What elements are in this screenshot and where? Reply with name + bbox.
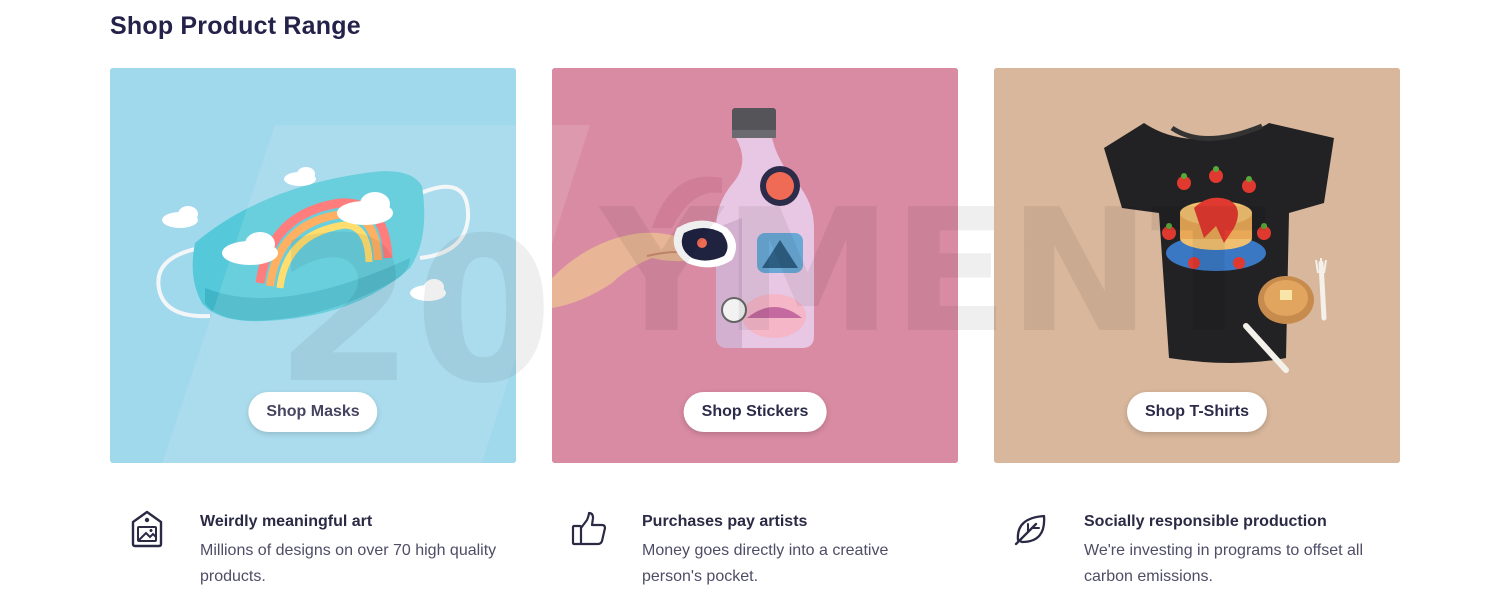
feature-description: Money goes directly into a creative pers… (642, 542, 889, 585)
product-cards: Shop Masks Shop Stickers Shop T-Shirts (110, 68, 1400, 463)
feature-description: We're investing in programs to offset al… (1084, 542, 1364, 585)
feature-art: Weirdly meaningful art Millions of desig… (110, 505, 510, 600)
feature-description: Millions of designs on over 70 high qual… (200, 542, 497, 585)
card-masks[interactable]: Shop Masks (110, 68, 516, 463)
section-title: Shop Product Range (110, 12, 361, 40)
feature-artists: Purchases pay artists Money goes directl… (552, 505, 952, 600)
shop-masks-button[interactable]: Shop Masks (248, 392, 378, 432)
features-row: Weirdly meaningful art Millions of desig… (110, 505, 1400, 600)
shop-tshirts-button[interactable]: Shop T-Shirts (1127, 392, 1267, 432)
card-tshirts[interactable]: Shop T-Shirts (994, 68, 1400, 463)
image-tag-icon (131, 510, 163, 548)
feature-title: Purchases pay artists (642, 513, 808, 530)
feature-title: Weirdly meaningful art (200, 513, 373, 530)
feature-production: Socially responsible production We're in… (994, 505, 1394, 600)
thumbs-up-icon (571, 511, 607, 546)
card-stickers[interactable]: Shop Stickers (552, 68, 958, 463)
feature-title: Socially responsible production (1084, 513, 1327, 530)
shop-stickers-button[interactable]: Shop Stickers (683, 392, 827, 432)
leaf-icon (1014, 514, 1046, 546)
